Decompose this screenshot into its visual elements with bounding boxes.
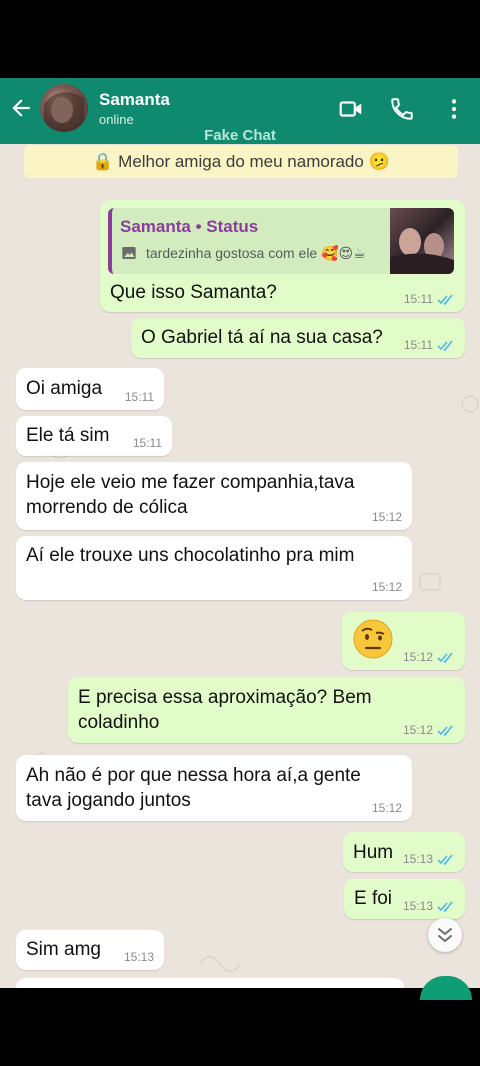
read-ticks-icon bbox=[437, 340, 453, 351]
status-thumbnail bbox=[390, 208, 454, 274]
voice-call-icon[interactable] bbox=[389, 96, 415, 122]
message-meta: 15:13 bbox=[124, 950, 154, 964]
photo-icon bbox=[122, 247, 136, 259]
message-time: 15:11 bbox=[132, 436, 162, 450]
message-meta: 15:13 bbox=[403, 852, 455, 866]
message-meta: 15:11 bbox=[133, 436, 162, 450]
message-time: 15:12 bbox=[402, 650, 433, 664]
message-text: E foi bbox=[354, 888, 393, 909]
message-bubble-outgoing[interactable]: 15:12 bbox=[342, 612, 465, 670]
message-meta: 15:12 bbox=[372, 801, 402, 815]
message-meta: 15:13 bbox=[403, 899, 455, 913]
message-text: Ele tá sim bbox=[26, 425, 110, 446]
phone-screen: Samanta online Fake Chat 🔒 Melhor amiga … bbox=[0, 0, 480, 1066]
status-reply-quote[interactable]: Samanta • Status tardezinha gostosa com … bbox=[108, 208, 454, 274]
quote-title: Samanta • Status bbox=[120, 217, 259, 236]
message-meta: 15:12 bbox=[403, 723, 455, 737]
message-text: O Gabriel tá aí na sua casa? bbox=[141, 327, 383, 348]
message-bubble-outgoing[interactable]: Samanta • Status tardezinha gostosa com … bbox=[100, 200, 465, 312]
read-ticks-icon bbox=[437, 652, 453, 663]
double-chevron-down-icon bbox=[438, 928, 452, 943]
message-meta: 15:12 bbox=[372, 580, 402, 594]
fake-chat-label: Fake Chat bbox=[204, 127, 276, 144]
message-text: Que isso Samanta? bbox=[110, 282, 277, 303]
message-bubble-incoming[interactable]: Sim amg 15:13 bbox=[16, 930, 164, 970]
message-bubble-incoming[interactable]: Ah não é por que nessa hora aí,a gente t… bbox=[16, 755, 412, 821]
read-ticks-icon bbox=[437, 294, 453, 305]
message-bubble-incoming[interactable]: Hoje ele veio me fazer companhia,tava mo… bbox=[16, 462, 412, 530]
more-options-icon[interactable] bbox=[441, 96, 467, 122]
message-time: 15:11 bbox=[124, 390, 154, 404]
message-time: 15:12 bbox=[371, 801, 402, 815]
message-meta: 15:12 bbox=[372, 510, 402, 524]
encryption-banner[interactable]: 🔒 Melhor amiga do meu namorado 🫤 bbox=[24, 145, 458, 178]
message-bubble-outgoing[interactable]: O Gabriel tá aí na sua casa? 15:11 bbox=[131, 318, 465, 358]
message-time: 15:11 bbox=[403, 292, 433, 306]
read-ticks-icon bbox=[437, 725, 453, 736]
message-meta: 15:11 bbox=[125, 390, 154, 404]
message-bubble-incoming[interactable]: Ele tá sim 15:11 bbox=[16, 416, 172, 456]
quote-text: tardezinha gostosa com ele 🥰😍☕ bbox=[146, 245, 366, 261]
read-ticks-icon bbox=[437, 854, 453, 865]
message-text: Sim amg bbox=[26, 939, 101, 960]
message-time: 15:12 bbox=[371, 510, 402, 524]
contact-name[interactable]: Samanta bbox=[99, 90, 170, 110]
message-text: Hum bbox=[353, 842, 394, 863]
raised-eyebrow-emoji-icon bbox=[353, 619, 393, 659]
message-time: 15:13 bbox=[123, 950, 154, 964]
read-ticks-icon bbox=[437, 901, 453, 912]
contact-avatar[interactable] bbox=[40, 84, 88, 132]
message-time: 15:12 bbox=[371, 580, 402, 594]
message-text: Oi amiga bbox=[26, 378, 103, 399]
message-time: 15:12 bbox=[402, 723, 433, 737]
scroll-to-bottom-button[interactable] bbox=[428, 918, 462, 952]
message-meta: 15:11 bbox=[404, 292, 455, 306]
message-bubble-incoming[interactable]: Aí ele trouxe uns chocolatinho pra mim 1… bbox=[16, 536, 412, 600]
message-time: 15:13 bbox=[402, 899, 433, 913]
video-call-icon[interactable] bbox=[338, 96, 364, 122]
message-meta: 15:12 bbox=[403, 650, 455, 664]
message-bubble-outgoing[interactable]: E precisa essa aproximação? Bem coladinh… bbox=[68, 677, 465, 743]
message-bubble-incoming-partial bbox=[16, 978, 404, 988]
message-text: E precisa essa aproximação? Bem coladinh… bbox=[78, 687, 372, 733]
back-arrow-icon[interactable] bbox=[8, 95, 34, 121]
message-text: Hoje ele veio me fazer companhia,tava mo… bbox=[26, 472, 355, 518]
message-time: 15:11 bbox=[403, 338, 433, 352]
message-text: Aí ele trouxe uns chocolatinho pra mim bbox=[26, 545, 355, 566]
message-bubble-outgoing[interactable]: Hum 15:13 bbox=[343, 832, 465, 872]
message-meta: 15:11 bbox=[404, 338, 455, 352]
message-time: 15:13 bbox=[402, 852, 433, 866]
contact-status: online bbox=[99, 112, 134, 127]
message-bubble-incoming[interactable]: Oi amiga 15:11 bbox=[16, 368, 164, 410]
message-text: Ah não é por que nessa hora aí,a gente t… bbox=[26, 765, 361, 811]
message-bubble-outgoing[interactable]: E foi 15:13 bbox=[344, 879, 465, 919]
